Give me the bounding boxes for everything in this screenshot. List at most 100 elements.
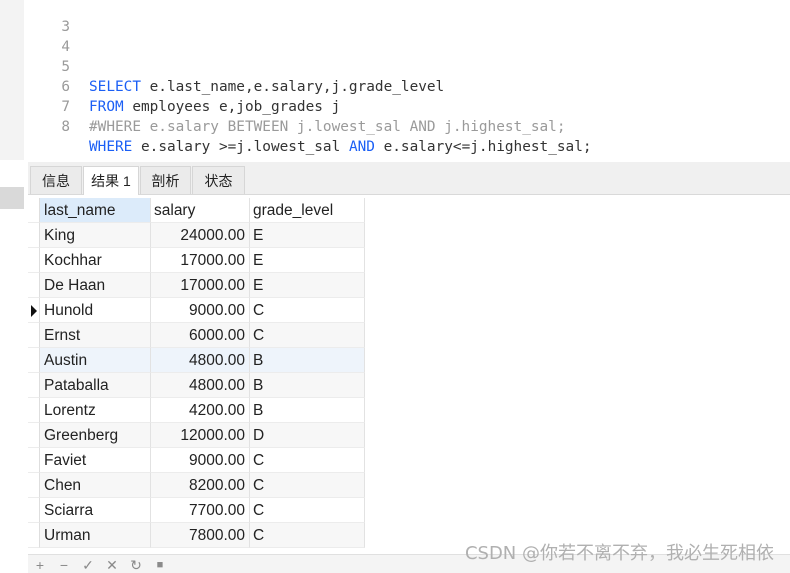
- cell-salary[interactable]: 4200.00: [151, 398, 250, 423]
- table-row[interactable]: Urman 7800.00 C: [28, 523, 365, 548]
- tab-result-1[interactable]: 结果 1: [83, 166, 139, 195]
- table-row[interactable]: Austin 4800.00 B: [28, 348, 365, 373]
- cell-last-name[interactable]: Faviet: [40, 448, 151, 473]
- line-number: 8: [61, 119, 70, 135]
- sql-keyword: WHERE: [89, 139, 133, 155]
- cell-last-name[interactable]: De Haan: [40, 273, 151, 298]
- row-indicator[interactable]: [28, 323, 40, 348]
- table-row[interactable]: King 24000.00 E: [28, 223, 365, 248]
- cell-grade-level[interactable]: C: [250, 323, 365, 348]
- table-row[interactable]: Lorentz 4200.00 B: [28, 398, 365, 423]
- code-text: WHERE e.salary >=j.lowest_sal AND e.sala…: [89, 137, 592, 157]
- table-row[interactable]: Faviet 9000.00 C: [28, 448, 365, 473]
- row-indicator[interactable]: [28, 473, 40, 498]
- tab-profile[interactable]: 剖析: [140, 166, 191, 194]
- table-row[interactable]: Chen 8200.00 C: [28, 473, 365, 498]
- cell-last-name[interactable]: Ernst: [40, 323, 151, 348]
- cell-grade-level[interactable]: C: [250, 473, 365, 498]
- code-text: SELECT e.last_name,e.salary,j.grade_leve…: [89, 77, 444, 97]
- column-header-grade-level[interactable]: grade_level: [250, 198, 365, 223]
- cell-salary[interactable]: 4800.00: [151, 373, 250, 398]
- table-row[interactable]: Hunold 9000.00 C: [28, 298, 365, 323]
- cell-grade-level[interactable]: B: [250, 398, 365, 423]
- cell-grade-level[interactable]: B: [250, 373, 365, 398]
- cell-salary[interactable]: 4800.00: [151, 348, 250, 373]
- grid-header-row: last_name salary grade_level: [28, 198, 365, 223]
- remove-icon[interactable]: −: [56, 557, 72, 573]
- refresh-icon[interactable]: ↻: [128, 557, 144, 573]
- cell-grade-level[interactable]: E: [250, 223, 365, 248]
- sql-keyword: SELECT: [89, 79, 141, 95]
- row-indicator[interactable]: [28, 248, 40, 273]
- check-icon[interactable]: ✓: [80, 557, 96, 573]
- panel-splitter[interactable]: [0, 187, 24, 209]
- sql-comment: #WHERE e.salary BETWEEN j.lowest_sal AND…: [89, 119, 566, 135]
- cell-last-name[interactable]: Chen: [40, 473, 151, 498]
- cell-grade-level[interactable]: C: [250, 498, 365, 523]
- row-indicator[interactable]: [28, 498, 40, 523]
- stop-icon[interactable]: ■: [152, 557, 168, 573]
- line-number: 7: [61, 99, 70, 115]
- code-line-7: 7 #WHERE e.salary BETWEEN j.lowest_sal A…: [0, 77, 565, 135]
- row-indicator[interactable]: [28, 298, 40, 323]
- row-indicator[interactable]: [28, 448, 40, 473]
- row-indicator[interactable]: [28, 398, 40, 423]
- table-row[interactable]: Greenberg 12000.00 D: [28, 423, 365, 448]
- table-row[interactable]: Ernst 6000.00 C: [28, 323, 365, 348]
- row-indicator[interactable]: [28, 348, 40, 373]
- cell-grade-level[interactable]: C: [250, 448, 365, 473]
- cell-grade-level[interactable]: C: [250, 523, 365, 548]
- cell-last-name[interactable]: Kochhar: [40, 248, 151, 273]
- column-header-last-name[interactable]: last_name: [40, 198, 151, 223]
- line-number: 6: [61, 79, 70, 95]
- cell-grade-level[interactable]: B: [250, 348, 365, 373]
- line-number: 5: [61, 59, 70, 75]
- sql-editor[interactable]: 3 4 5 SELECT e.last_name,e.salary,j.grad…: [0, 0, 790, 160]
- tab-status[interactable]: 状态: [192, 166, 245, 194]
- table-row[interactable]: Pataballa 4800.00 B: [28, 373, 365, 398]
- line-number: 4: [61, 39, 70, 55]
- cell-salary[interactable]: 17000.00: [151, 248, 250, 273]
- cell-salary[interactable]: 7700.00: [151, 498, 250, 523]
- cell-last-name[interactable]: Pataballa: [40, 373, 151, 398]
- cell-salary[interactable]: 9000.00: [151, 448, 250, 473]
- cell-last-name[interactable]: Sciarra: [40, 498, 151, 523]
- cell-grade-level[interactable]: E: [250, 248, 365, 273]
- code-line-3: 3: [0, 0, 70, 35]
- row-indicator[interactable]: [28, 523, 40, 548]
- cell-last-name[interactable]: Austin: [40, 348, 151, 373]
- cell-last-name[interactable]: King: [40, 223, 151, 248]
- cell-last-name[interactable]: Urman: [40, 523, 151, 548]
- sql-text: e.salary >=j.lowest_sal: [132, 139, 349, 155]
- cancel-icon[interactable]: ✕: [104, 557, 120, 573]
- cell-salary[interactable]: 12000.00: [151, 423, 250, 448]
- table-row[interactable]: Kochhar 17000.00 E: [28, 248, 365, 273]
- row-indicator[interactable]: [28, 273, 40, 298]
- cell-last-name[interactable]: Greenberg: [40, 423, 151, 448]
- row-indicator[interactable]: [28, 223, 40, 248]
- row-indicator-header: [28, 198, 40, 223]
- sql-keyword: FROM: [89, 99, 124, 115]
- row-indicator[interactable]: [28, 373, 40, 398]
- table-row[interactable]: De Haan 17000.00 E: [28, 273, 365, 298]
- sql-keyword: AND: [348, 139, 375, 155]
- sql-text: employees e,job_grades j: [123, 99, 341, 115]
- row-indicator[interactable]: [28, 423, 40, 448]
- column-header-salary[interactable]: salary: [151, 198, 250, 223]
- cell-last-name[interactable]: Lorentz: [40, 398, 151, 423]
- table-row[interactable]: Sciarra 7700.00 C: [28, 498, 365, 523]
- cell-last-name[interactable]: Hunold: [40, 298, 151, 323]
- cell-grade-level[interactable]: D: [250, 423, 365, 448]
- cell-salary[interactable]: 7800.00: [151, 523, 250, 548]
- cell-grade-level[interactable]: C: [250, 298, 365, 323]
- tab-info[interactable]: 信息: [30, 166, 82, 194]
- code-line-8: 8 WHERE e.salary >=j.lowest_sal AND e.sa…: [0, 97, 591, 155]
- cell-grade-level[interactable]: E: [250, 273, 365, 298]
- cell-salary[interactable]: 24000.00: [151, 223, 250, 248]
- code-line-5: 5 SELECT e.last_name,e.salary,j.grade_le…: [0, 37, 444, 95]
- cell-salary[interactable]: 8200.00: [151, 473, 250, 498]
- cell-salary[interactable]: 9000.00: [151, 298, 250, 323]
- cell-salary[interactable]: 17000.00: [151, 273, 250, 298]
- add-icon[interactable]: +: [32, 557, 48, 573]
- cell-salary[interactable]: 6000.00: [151, 323, 250, 348]
